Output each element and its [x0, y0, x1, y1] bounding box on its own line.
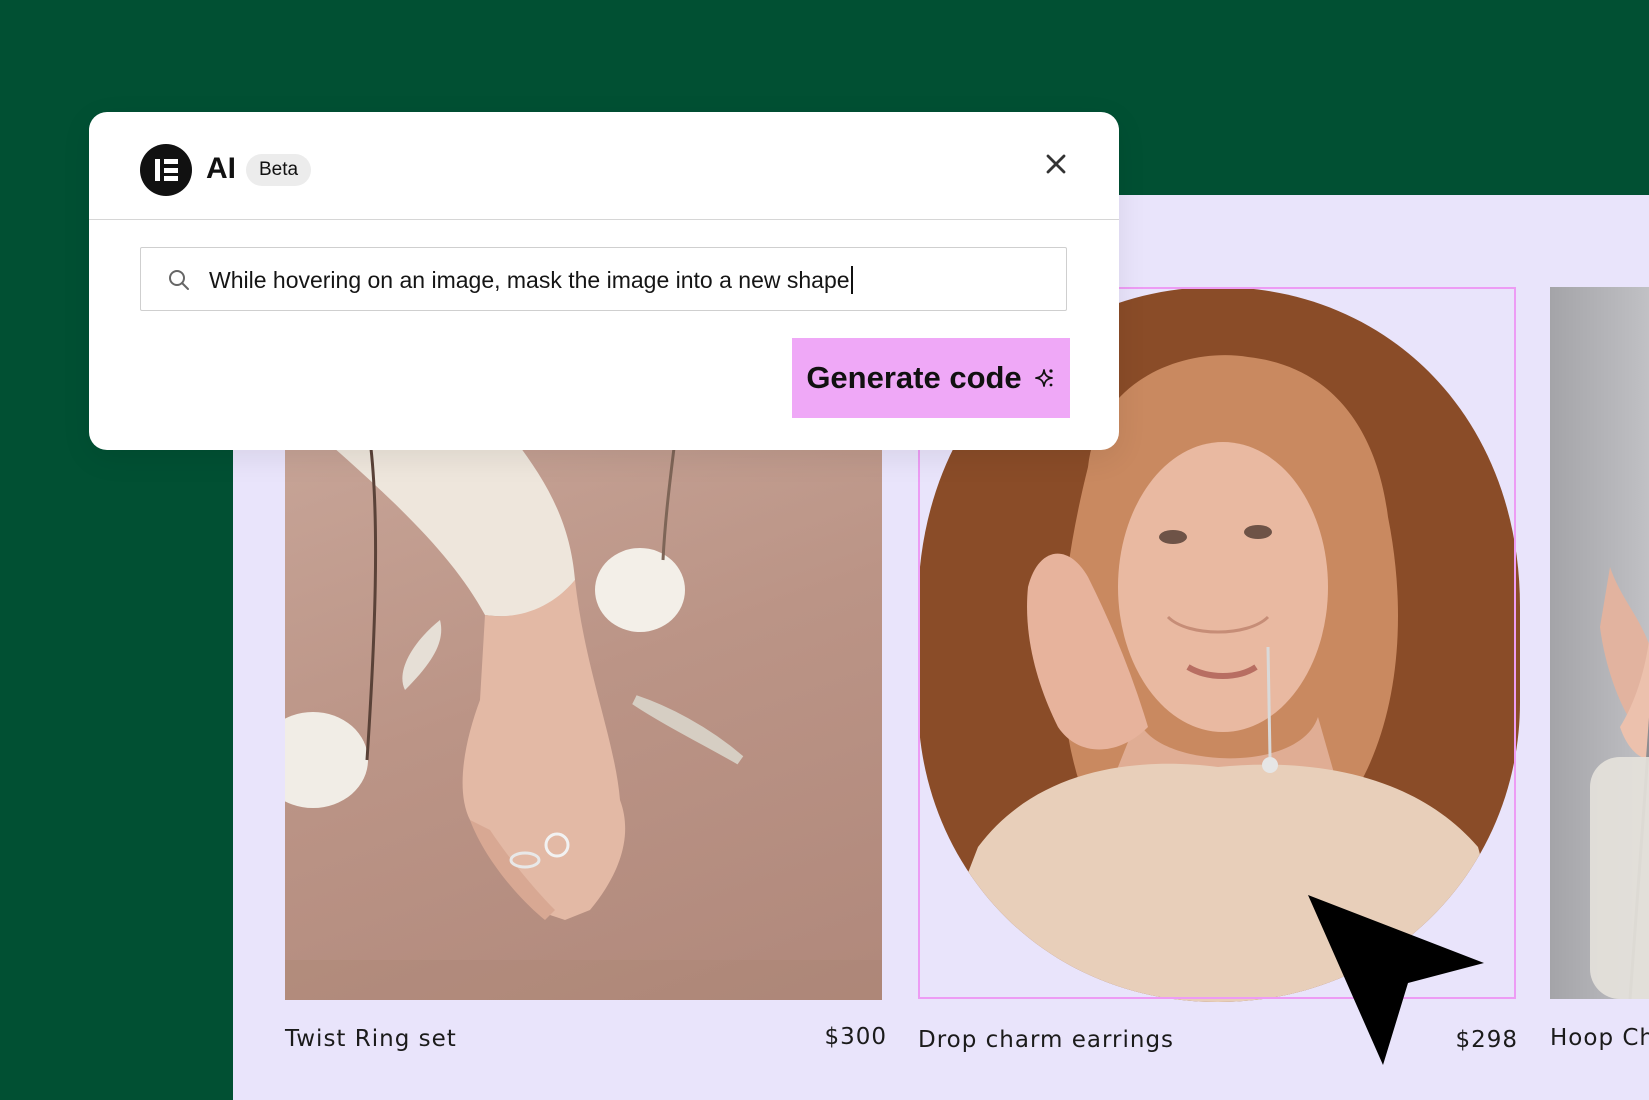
text-caret [850, 266, 853, 294]
product-image-twist-ring-set[interactable] [285, 440, 882, 1000]
elementor-logo-icon [140, 144, 192, 196]
product-price: $300 [824, 1024, 887, 1050]
beta-badge: Beta [246, 154, 312, 186]
product-name[interactable]: Drop charm earrings [918, 1027, 1174, 1053]
dialog-title: AI [206, 152, 236, 185]
product-image-hoop[interactable] [1550, 287, 1649, 999]
close-icon[interactable] [1041, 149, 1071, 179]
generate-code-label: Generate code [806, 360, 1022, 395]
mouse-cursor-icon [1308, 895, 1484, 1065]
product-name[interactable]: Twist Ring set [285, 1026, 457, 1052]
product-card-hoop[interactable]: Hoop Ch [1550, 287, 1649, 1062]
prompt-input[interactable]: While hovering on an image, mask the ima… [140, 247, 1067, 311]
prompt-text[interactable]: While hovering on an image, mask the ima… [209, 266, 853, 294]
search-icon [167, 268, 191, 292]
ai-dialog: AI Beta While hovering on an image, mask… [89, 112, 1119, 450]
product-name[interactable]: Hoop Ch [1550, 1025, 1649, 1051]
product-card-twist-ring-set[interactable]: Twist Ring set $300 [285, 440, 887, 1070]
dialog-header: AI Beta [89, 112, 1119, 220]
generate-code-button[interactable]: Generate code [792, 338, 1070, 418]
sparkle-icon [1034, 369, 1053, 387]
